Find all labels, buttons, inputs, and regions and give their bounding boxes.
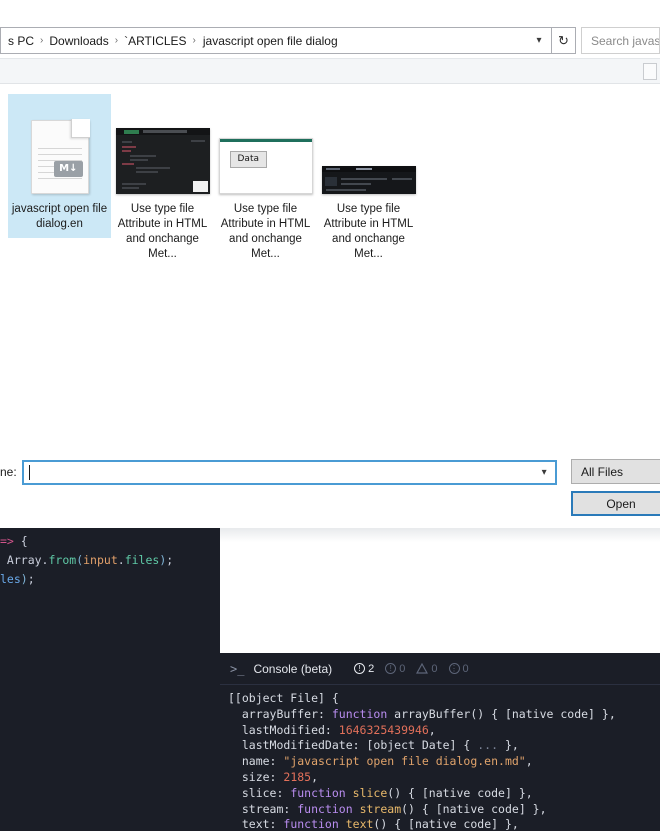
address-bar[interactable]: s PC › Downloads › `ARTICLES › javascrip… [0,27,552,54]
thumbnail: Data [217,98,314,194]
code-editor[interactable]: => { Array.from(input.files); les); [0,528,220,831]
console-line: lastModifiedDate: [object Date] { ... }, [228,738,519,753]
thumbnail: M↓ [11,98,108,194]
console-line: [[object File] { [228,691,339,705]
view-toolbar [0,58,660,84]
console-badges: ! 2 ! 0 0 ⋮ 0 [354,663,469,675]
file-name-label: ne: [0,465,17,479]
refresh-icon[interactable]: ↻ [552,27,576,54]
console-line: size: 2185, [228,769,319,784]
console-header: >_ Console (beta) ! 2 ! 0 0 ⋮ 0 [220,653,660,685]
console-line: name: "javascript open file dialog.en.md… [228,754,533,769]
warning-badge[interactable]: 0 [416,662,438,675]
warning-icon [416,663,429,674]
breadcrumb: s PC › Downloads › `ARTICLES › javascrip… [1,32,529,50]
open-button[interactable]: Open [571,491,660,516]
info-count: 0 [399,662,406,675]
warning-count: 0 [431,662,438,675]
file-list-area[interactable]: M↓ javascript open file dialog.en Use ty… [0,85,660,445]
file-item-article-2[interactable]: Data Use type file Attribute in HTML and… [214,94,317,268]
chevron-down-icon[interactable]: ▾ [529,28,549,53]
code-line: les); [0,572,35,586]
text-caret [28,464,30,480]
file-name-row: ne: ▾ [0,452,660,492]
info-badge[interactable]: ! 0 [385,663,405,675]
file-type-filter-dropdown[interactable]: All Files [571,459,660,484]
file-item-label: Use type file Attribute in HTML and onch… [220,203,311,260]
thumbnail [114,98,211,194]
error-badge[interactable]: ! 2 [354,663,374,675]
verbose-icon: ⋮ [448,663,460,674]
chevron-down-icon[interactable]: ▾ [542,467,547,478]
search-input[interactable]: Search javascript [581,27,660,54]
file-item-markdown[interactable]: M↓ javascript open file dialog.en [8,94,111,238]
dark-strip-screenshot-icon [321,166,416,194]
view-options-button[interactable] [643,63,657,80]
devtools-console-panel: >_ Console (beta) ! 2 ! 0 0 ⋮ 0 [[object… [220,653,660,831]
console-line: arrayBuffer: function arrayBuffer() { [n… [228,706,616,721]
console-line: slice: function slice() { [native code] … [228,785,533,800]
breadcrumb-item-2[interactable]: `ARTICLES [119,33,191,49]
screen: s PC › Downloads › `ARTICLES › javascrip… [0,0,660,831]
code-line: => { [0,534,28,548]
info-icon: ! [385,663,397,674]
data-button-thumbnail: Data [229,151,267,168]
address-bar-row: s PC › Downloads › `ARTICLES › javascrip… [0,27,660,54]
file-item-label: Use type file Attribute in HTML and onch… [323,203,414,260]
browser-page-area [220,528,660,653]
code-line: Array.from(input.files); [0,553,174,567]
markdown-file-icon: M↓ [30,119,90,194]
file-item-article-3[interactable]: Use type file Attribute in HTML and onch… [317,94,420,268]
file-item-label: Use type file Attribute in HTML and onch… [117,203,208,260]
verbose-count: 0 [462,662,469,675]
file-item-label: javascript open file dialog.en [11,203,108,230]
console-title: Console (beta) [253,661,333,676]
breadcrumb-item-0[interactable]: s PC [3,33,39,49]
file-name-input[interactable]: ▾ [21,459,557,485]
dark-code-screenshot-icon [115,128,210,194]
breadcrumb-item-1[interactable]: Downloads [44,33,113,49]
console-line: lastModified: 1646325439946, [228,722,436,737]
console-line: stream: function stream() { [native code… [228,801,547,816]
markdown-badge: M↓ [54,161,83,177]
open-file-dialog: s PC › Downloads › `ARTICLES › javascrip… [0,0,660,528]
file-item-article-1[interactable]: Use type file Attribute in HTML and onch… [111,94,214,268]
thumbnail [320,98,417,194]
breadcrumb-current[interactable]: javascript open file dialog [197,32,344,50]
error-icon: ! [354,663,366,674]
light-page-screenshot-icon: Data [218,138,313,194]
console-line: text: function text() { [native code] }, [228,817,519,831]
console-prompt-icon: >_ [230,661,245,676]
console-output[interactable]: [[object File] { arrayBuffer: function a… [220,685,660,831]
verbose-badge[interactable]: ⋮ 0 [448,662,469,675]
file-grid: M↓ javascript open file dialog.en Use ty… [0,85,660,268]
error-count: 2 [368,662,375,675]
